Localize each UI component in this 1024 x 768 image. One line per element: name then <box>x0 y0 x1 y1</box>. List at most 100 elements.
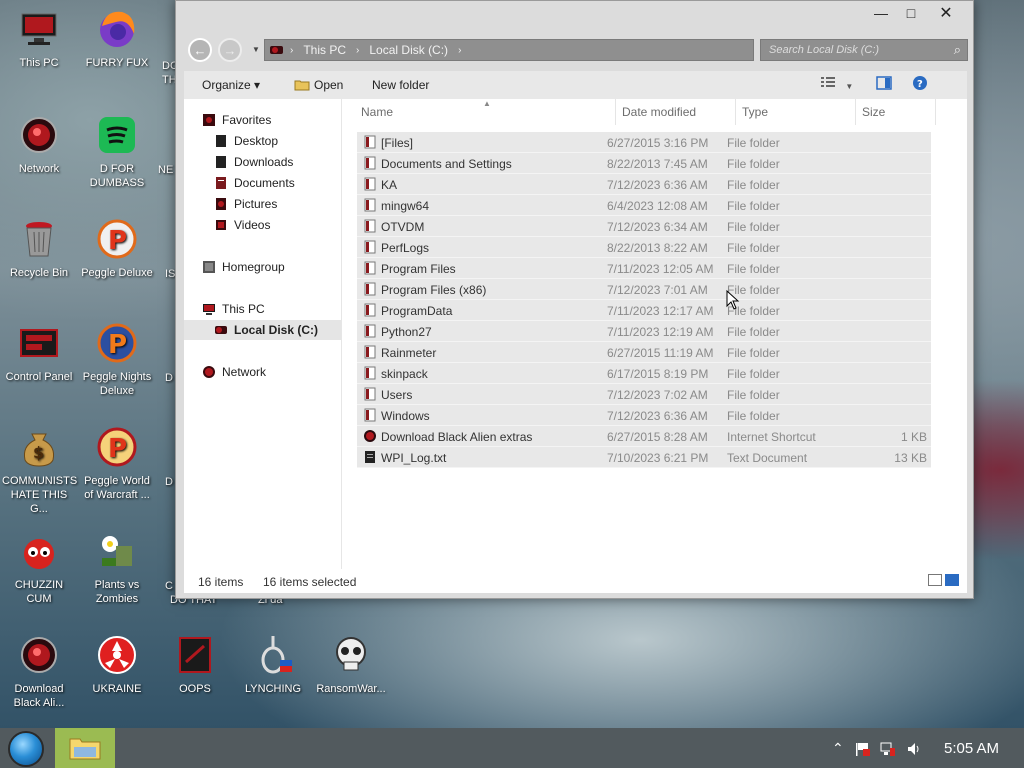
details-view-button[interactable] <box>928 574 942 586</box>
start-button[interactable] <box>8 731 44 767</box>
desktop-icon-communists[interactable]: $ COMMUNISTS HATE THIS G... <box>0 424 78 516</box>
nav-item-homegroup[interactable]: Homegroup <box>202 257 285 277</box>
file-row[interactable]: Program Files 7/11/2023 12:05 AM File fold… <box>357 258 931 279</box>
breadcrumb-separator[interactable]: › <box>290 45 293 56</box>
desktop-icon-recycle-bin[interactable]: Recycle Bin <box>0 216 78 280</box>
file-row[interactable]: ProgramData 7/11/2023 12:17 AM File folder <box>357 300 931 321</box>
nav-item-local-disk[interactable]: Local Disk (C:) <box>184 320 341 340</box>
file-name: Documents and Settings <box>381 157 512 171</box>
open-folder-icon <box>294 80 310 91</box>
file-row[interactable]: Users 7/12/2023 7:02 AM File folder <box>357 384 931 405</box>
network-icon[interactable] <box>880 741 896 757</box>
forward-button[interactable]: → <box>218 38 242 62</box>
file-date: 6/4/2023 12:08 AM <box>607 199 708 213</box>
column-header-type[interactable]: Type <box>742 105 768 127</box>
breadcrumb-this-pc[interactable]: This PC <box>303 43 346 57</box>
maximize-button[interactable]: □ <box>896 1 926 25</box>
file-row[interactable]: Windows 7/12/2023 6:36 AM File folder <box>357 405 931 426</box>
nav-item-this-pc[interactable]: This PC <box>202 299 265 319</box>
folder-icon <box>364 219 376 233</box>
file-type: File folder <box>727 199 780 213</box>
new-folder-button[interactable]: New folder <box>372 78 429 92</box>
folder-icon <box>364 240 376 254</box>
desktop-icon-ransomware[interactable]: RansomWar... <box>312 632 390 696</box>
desktop-icon-ukraine[interactable]: UKRAINE <box>78 632 156 696</box>
back-button[interactable]: ← <box>188 38 212 62</box>
chevron-up-icon[interactable]: ⌃ <box>832 740 844 757</box>
globe-icon <box>202 365 216 379</box>
column-divider[interactable] <box>735 99 736 125</box>
desktop-icon-control-panel[interactable]: Control Panel <box>0 320 78 384</box>
desktop-icon-lynching[interactable]: LYNCHING <box>234 632 312 696</box>
view-toggle <box>928 574 959 586</box>
taskbar-file-explorer[interactable] <box>55 728 115 768</box>
file-row[interactable]: OTVDM 7/12/2023 6:34 AM File folder <box>357 216 931 237</box>
volume-icon[interactable] <box>906 741 922 757</box>
taskbar-clock[interactable]: 5:05 AM <box>944 740 999 757</box>
nav-item-network[interactable]: Network <box>202 362 266 382</box>
desktop-icon <box>214 134 228 148</box>
file-row[interactable]: Python27 7/11/2023 12:19 AM File folder <box>357 321 931 342</box>
breadcrumb-separator[interactable]: › <box>458 45 461 56</box>
desktop-icon-peggle-deluxe[interactable]: P Peggle Deluxe <box>78 216 156 280</box>
folder-icon <box>364 198 376 212</box>
desktop-icon-pvz[interactable]: Plants vs Zombies <box>78 528 156 606</box>
desktop-icon-download-black-alien[interactable]: Download Black Ali... <box>0 632 78 710</box>
breadcrumb-separator[interactable]: › <box>356 45 359 56</box>
file-row[interactable]: PerfLogs 8/22/2013 8:22 AM File folder <box>357 237 931 258</box>
file-row[interactable]: mingw64 6/4/2023 12:08 AM File folder <box>357 195 931 216</box>
skull-icon <box>328 632 374 678</box>
desktop-icon-network[interactable]: Network <box>0 112 78 176</box>
svg-text:P: P <box>108 330 127 360</box>
nav-item-documents[interactable]: Documents <box>214 173 295 193</box>
file-row[interactable]: KA 7/12/2023 6:36 AM File folder <box>357 174 931 195</box>
organize-button[interactable]: Organize ▾ <box>202 78 260 92</box>
file-name: mingw64 <box>381 199 430 213</box>
recent-locations-button[interactable]: ▼ <box>252 45 260 54</box>
nav-item-favorites[interactable]: Favorites <box>202 110 271 130</box>
search-input[interactable]: Search Local Disk (C:) ⌕ <box>760 39 968 61</box>
desktop-icon-d-for-dumbass[interactable]: D FOR DUMBASS <box>78 112 156 190</box>
address-bar[interactable]: › This PC › Local Disk (C:) › <box>264 39 818 61</box>
nav-item-desktop[interactable]: Desktop <box>214 131 278 151</box>
column-header-size[interactable]: Size <box>862 105 885 127</box>
file-row[interactable]: Download Black Alien extras 6/27/2015 8:2… <box>357 426 931 447</box>
column-header-name[interactable]: Name <box>361 105 393 127</box>
file-type: File folder <box>727 262 780 276</box>
view-options-button[interactable]: ▼ <box>820 75 853 92</box>
file-row[interactable]: WPI_Log.txt 7/10/2023 6:21 PM Text Documen… <box>357 447 931 468</box>
file-date: 7/11/2023 12:05 AM <box>607 262 714 276</box>
file-row[interactable]: [Files] 6/27/2015 3:16 PM File folder <box>357 132 931 153</box>
nav-item-downloads[interactable]: Downloads <box>214 152 293 172</box>
column-header-date[interactable]: Date modified <box>622 105 696 127</box>
column-divider[interactable] <box>855 99 856 125</box>
folder-icon <box>364 345 376 359</box>
column-divider[interactable] <box>935 99 936 125</box>
flag-icon[interactable] <box>854 741 870 757</box>
desktop-icon-chuzzin[interactable]: CHUZZIN CUM <box>0 528 78 606</box>
large-icons-view-button[interactable] <box>945 574 959 586</box>
nav-item-videos[interactable]: Videos <box>214 215 270 235</box>
file-row[interactable]: Program Files (x86) 7/12/2023 7:01 AM File… <box>357 279 931 300</box>
preview-pane-button[interactable] <box>876 75 892 94</box>
desktop-icon-this-pc[interactable]: This PC <box>0 6 78 70</box>
search-icon[interactable]: ⌕ <box>954 42 961 58</box>
desktop-icon-peggle-nights[interactable]: P Peggle Nights Deluxe <box>78 320 156 398</box>
nav-item-pictures[interactable]: Pictures <box>214 194 277 214</box>
file-row[interactable]: Documents and Settings 8/22/2013 7:45 AM F… <box>357 153 931 174</box>
minimize-button[interactable]: — <box>866 1 896 25</box>
file-row[interactable]: skinpack 6/17/2015 8:19 PM File folder <box>357 363 931 384</box>
file-row[interactable]: Rainmeter 6/27/2015 11:19 AM File folder <box>357 342 931 363</box>
desktop-icon-oops[interactable]: OOPS <box>156 632 234 696</box>
title-bar[interactable]: — □ ✕ <box>176 1 973 31</box>
open-button[interactable]: Open <box>294 78 343 92</box>
help-button[interactable]: ? <box>912 75 928 94</box>
column-divider[interactable] <box>615 99 616 125</box>
breadcrumb-local-disk[interactable]: Local Disk (C:) <box>369 43 448 57</box>
nav-item-label: Desktop <box>234 134 279 148</box>
search-placeholder: Search Local Disk (C:) <box>769 44 880 56</box>
desktop-icon-furry-fux[interactable]: FURRY FUX <box>78 6 156 70</box>
close-button[interactable]: ✕ <box>928 1 964 25</box>
desktop-icon-peggle-wow[interactable]: P Peggle World of Warcraft ... <box>78 424 156 502</box>
desktop-icon-label: UKRAINE <box>92 683 142 695</box>
